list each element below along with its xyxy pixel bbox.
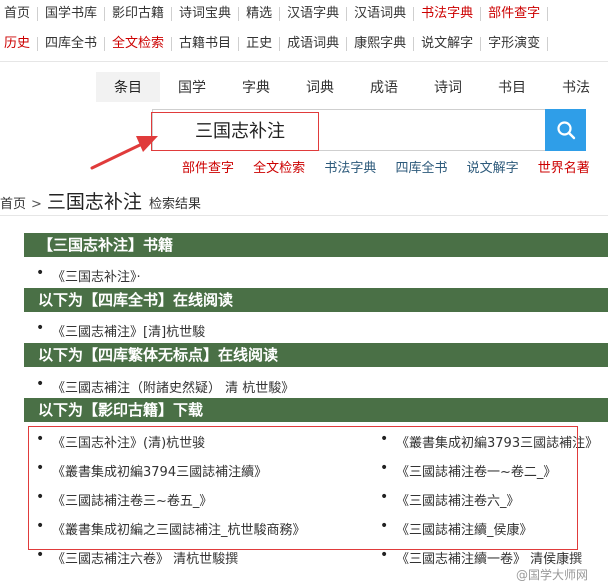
tab-entries[interactable]: 条目 — [96, 72, 160, 102]
list-item: 《三國志補注》[清]杭世駿 — [36, 320, 205, 340]
list-item: 《三國志補注續一卷》 清侯康撰 — [380, 547, 582, 567]
list-item: 《叢書集成初編之三國誌補注_杭世駿商務》 — [36, 518, 306, 538]
search-input[interactable] — [153, 110, 545, 150]
tab-guoxue[interactable]: 国学 — [160, 72, 224, 102]
search-bar — [152, 109, 586, 151]
nav-link-idioms[interactable]: 成语词典 — [280, 37, 348, 51]
breadcrumb-separator: > — [31, 197, 42, 212]
download-link[interactable]: 《三國誌補注卷六_》 — [396, 494, 520, 509]
nav-link-history[interactable]: 历史 — [0, 37, 39, 51]
download-link[interactable]: 《叢書集成初編3794三國誌補注續》 — [52, 465, 267, 480]
list-item: 《三國誌補注卷三~卷五_》 — [36, 489, 212, 509]
tab-calligraphy[interactable]: 书法 — [544, 72, 608, 102]
result-link[interactable]: 《三国志补注》· — [52, 270, 141, 285]
sublink-world-classics[interactable]: 世界名著 — [538, 161, 590, 176]
top-nav: 首页 国学书库 影印古籍 诗词宝典 精选 汉语字典 汉语词典 书法字典 部件查字… — [0, 0, 608, 62]
download-link[interactable]: 《三国志补注》(清)杭世骏 — [52, 436, 205, 451]
results-label: 检索结果 — [148, 197, 201, 212]
sublink-siku[interactable]: 四库全书 — [395, 161, 447, 176]
nav-link-poetry[interactable]: 诗词宝典 — [172, 7, 240, 21]
sublink-calligraphy[interactable]: 书法字典 — [324, 161, 376, 176]
section-header-siku-plain: 以下为【四库繁体无标点】在线阅读 — [24, 343, 608, 367]
tab-poetry[interactable]: 诗词 — [416, 72, 480, 102]
nav-link-calligraphy[interactable]: 书法字典 — [414, 7, 482, 21]
nav-link-official-history[interactable]: 正史 — [239, 37, 281, 51]
nav-row-1: 首页 国学书库 影印古籍 诗词宝典 精选 汉语字典 汉语词典 书法字典 部件查字 — [0, 0, 549, 28]
sublink-shuowen[interactable]: 说文解字 — [467, 161, 519, 176]
nav-link-featured[interactable]: 精选 — [239, 7, 281, 21]
section-header-books: 【三国志补注】书籍 — [24, 233, 608, 257]
search-sublinks: 部件查字 全文检索 书法字典 四库全书 说文解字 世界名著 — [182, 157, 605, 176]
page-title: 三国志补注 — [46, 191, 142, 213]
nav-link-guoxue-library[interactable]: 国学书库 — [38, 7, 106, 21]
sublink-component-lookup[interactable]: 部件查字 — [182, 161, 234, 176]
list-item: 《三国志补注》(清)杭世骏 — [36, 431, 205, 451]
watermark: @国学大师网 — [516, 568, 589, 582]
nav-link-fulltext[interactable]: 全文检索 — [105, 37, 173, 51]
download-link[interactable]: 《三國誌補注卷一~卷二_》 — [396, 465, 556, 480]
tab-idioms[interactable]: 成语 — [352, 72, 416, 102]
breadcrumb: 首页 > 三国志补注 检索结果 — [0, 187, 201, 214]
download-link[interactable]: 《三國志補注六卷》 清杭世駿撰 — [52, 552, 238, 567]
list-item: 《三国志补注》· — [36, 265, 141, 285]
list-item: 《三國志補注六卷》 清杭世駿撰 — [36, 547, 238, 567]
section-header-siku: 以下为【四库全书】在线阅读 — [24, 288, 608, 312]
download-link[interactable]: 《三國志補注續一卷》 清侯康撰 — [396, 552, 582, 567]
list-item: 《三國志補注（附諸史然疑） 清 杭世駿》 — [36, 376, 294, 396]
download-link[interactable]: 《三國誌補注續_侯康》 — [396, 523, 533, 538]
download-link[interactable]: 《叢書集成初編之三國誌補注_杭世駿商務》 — [52, 523, 306, 538]
divider — [0, 215, 608, 216]
nav-link-kangxi[interactable]: 康熙字典 — [347, 37, 415, 51]
result-link[interactable]: 《三國志補注（附諸史然疑） 清 杭世駿》 — [52, 381, 294, 396]
tab-char-dict[interactable]: 字典 — [224, 72, 288, 102]
list-item: 《三國誌補注續_侯康》 — [380, 518, 533, 538]
search-icon — [556, 121, 575, 140]
nav-link-glyph-evolution[interactable]: 字形演变 — [481, 37, 549, 51]
list-item: 《三國誌補注卷一~卷二_》 — [380, 460, 556, 480]
result-link[interactable]: 《三國志補注》[清]杭世駿 — [52, 325, 205, 340]
tab-catalog[interactable]: 书目 — [480, 72, 544, 102]
list-item: 《叢書集成初編3794三國誌補注續》 — [36, 460, 267, 480]
nav-link-siku[interactable]: 四库全书 — [38, 37, 106, 51]
nav-link-shuowen[interactable]: 说文解字 — [414, 37, 482, 51]
download-link[interactable]: 《叢書集成初編3793三國誌補注》 — [396, 436, 598, 451]
search-button[interactable] — [545, 109, 586, 151]
nav-row-2: 历史 四库全书 全文检索 古籍书目 正史 成语词典 康熙字典 说文解字 字形演变 — [0, 30, 549, 58]
list-item: 《叢書集成初編3793三國誌補注》 — [380, 431, 598, 451]
download-link[interactable]: 《三國誌補注卷三~卷五_》 — [52, 494, 212, 509]
nav-link-word-dict[interactable]: 汉语词典 — [347, 7, 415, 21]
tab-word-dict[interactable]: 词典 — [288, 72, 352, 102]
list-item: 《三國誌補注卷六_》 — [380, 489, 520, 509]
breadcrumb-home[interactable]: 首页 — [0, 193, 26, 212]
nav-link-catalog[interactable]: 古籍书目 — [172, 37, 240, 51]
section-header-facsimile-download: 以下为【影印古籍】下载 — [24, 398, 608, 422]
search-tabs: 条目 国学 字典 词典 成语 诗词 书目 书法 — [96, 72, 608, 102]
nav-link-component-lookup[interactable]: 部件查字 — [481, 7, 549, 21]
sublink-fulltext[interactable]: 全文检索 — [253, 161, 305, 176]
nav-link-facsimile[interactable]: 影印古籍 — [105, 7, 173, 21]
nav-link-home[interactable]: 首页 — [0, 7, 39, 21]
nav-link-char-dict[interactable]: 汉语字典 — [280, 7, 348, 21]
